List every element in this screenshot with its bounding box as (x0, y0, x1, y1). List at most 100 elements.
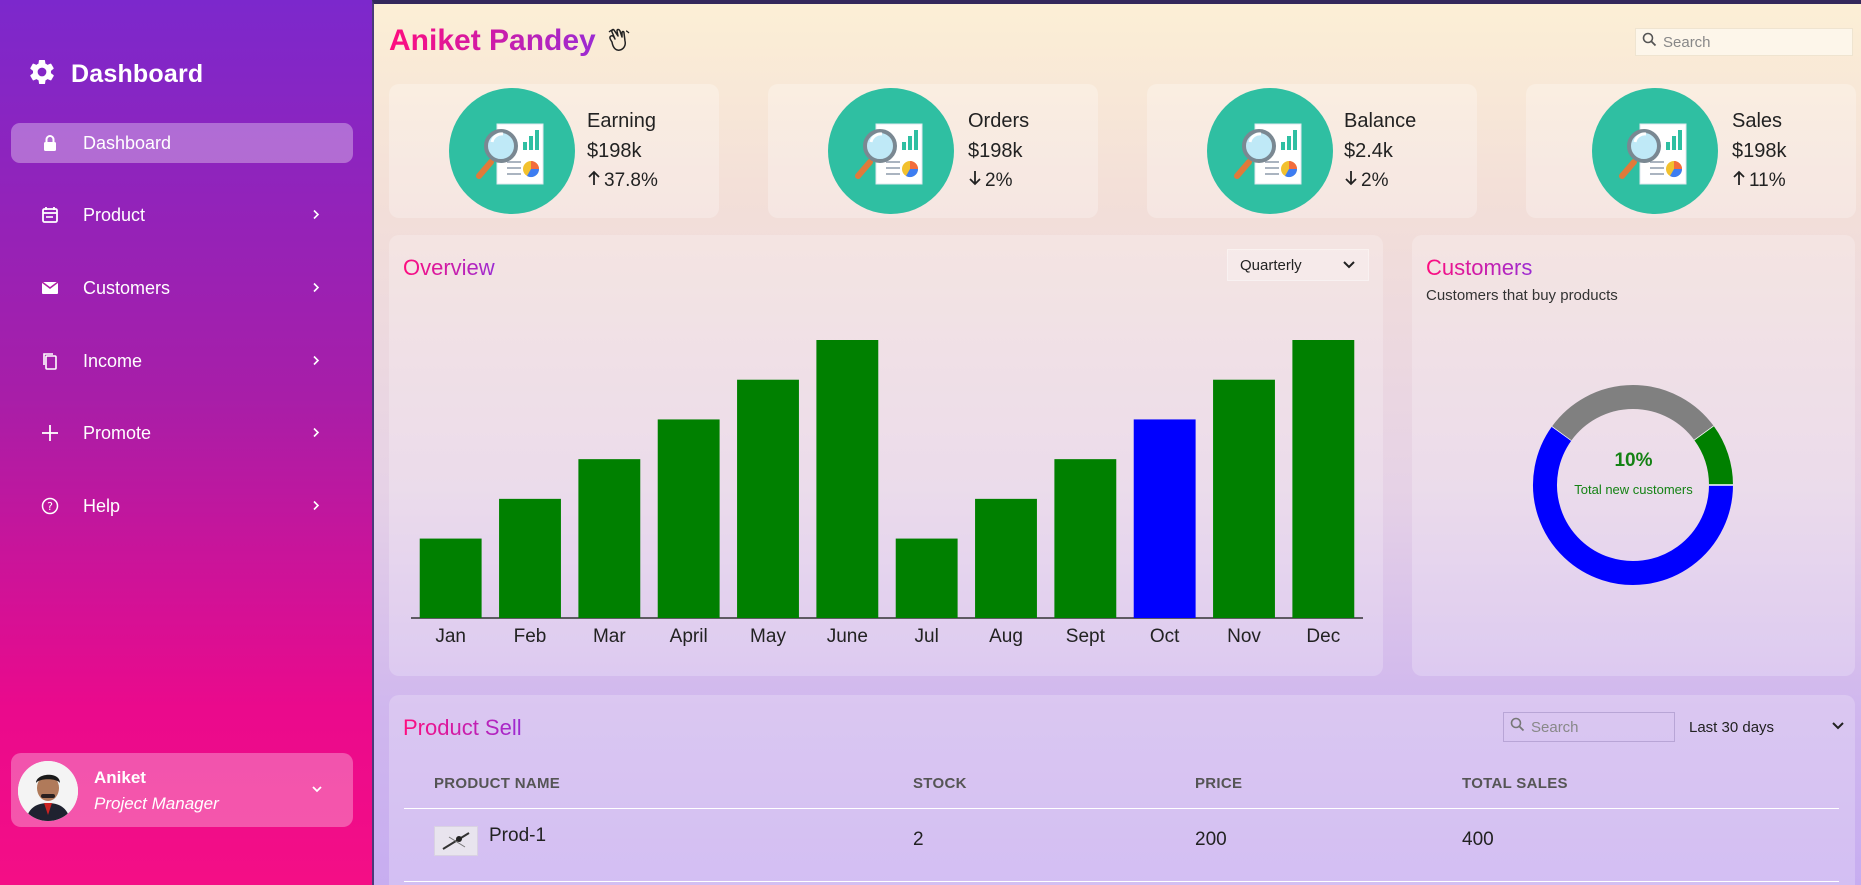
sidebar-item-label: Promote (83, 422, 152, 443)
sidebar-item-promote[interactable]: Promote (11, 413, 353, 453)
stat-card-earning: Earning $198k 37.8% (389, 84, 719, 218)
product-search-bar[interactable] (1503, 712, 1691, 742)
card-change-value: 11% (1749, 170, 1786, 191)
brand[interactable]: Dashboard (27, 57, 203, 92)
copy-icon (40, 351, 60, 371)
card-title: Sales (1732, 110, 1783, 132)
column-header[interactable]: PRODUCT NAME (434, 775, 560, 792)
page-title: Aniket Pandey (389, 24, 596, 57)
bar-nov[interactable] (1213, 379, 1275, 618)
overview-panel: Overview Quarterly Jan Feb Mar April May June… (389, 235, 1383, 676)
x-tick-label: Feb (514, 626, 547, 647)
bar-jan[interactable] (419, 538, 482, 618)
bar-may[interactable] (737, 379, 799, 618)
date-range-select[interactable]: Last 30 days (1679, 712, 1857, 742)
card-change-value: 2% (1361, 170, 1389, 191)
column-header[interactable]: PRICE (1195, 775, 1242, 792)
divider (404, 881, 1839, 882)
x-tick-label: Nov (1227, 626, 1261, 647)
gear-icon (27, 57, 57, 92)
arrow-down-icon (968, 170, 982, 192)
sidebar-item-label: Help (83, 495, 121, 516)
sidebar-item-label: Dashboard (83, 132, 172, 153)
user-profile[interactable]: Aniket Project Manager (11, 753, 353, 827)
stat-card-sales: Sales $198k 11% (1526, 84, 1856, 218)
card-value: $2.4k (1344, 140, 1393, 162)
customers-panel: Customers Customers that buy products 10… (1412, 235, 1855, 676)
divider (404, 808, 1839, 809)
help-circle-icon: ? (40, 496, 60, 516)
wave-hand-icon (606, 28, 632, 59)
card-change: 11% (1732, 170, 1786, 192)
bar-june[interactable] (816, 340, 879, 618)
x-tick-label: Sept (1066, 626, 1106, 647)
sidebar-item-income[interactable]: Income (11, 341, 353, 381)
product-price: 200 (1195, 829, 1227, 850)
svg-text:?: ? (47, 500, 53, 513)
chevron-right-icon (311, 205, 321, 226)
column-header[interactable]: STOCK (913, 775, 967, 792)
stat-card-orders: Orders $198k 2% (768, 84, 1098, 218)
chevron-right-icon (311, 423, 321, 444)
bar-jul[interactable] (895, 538, 958, 618)
chevron-right-icon (311, 496, 321, 517)
x-tick-label: Oct (1150, 626, 1180, 647)
sidebar-item-help[interactable]: ? Help (11, 486, 353, 526)
arrow-down-icon (1344, 170, 1358, 192)
avatar (18, 761, 78, 821)
report-icon-graphic (476, 123, 544, 185)
arrow-up-icon (587, 170, 601, 192)
product-search-input[interactable] (1531, 718, 1691, 736)
donut-percent: 10% (1614, 450, 1653, 471)
chevron-down-icon (1831, 719, 1845, 736)
product-name: Prod-1 (489, 825, 547, 846)
donut-slice-gray[interactable] (1552, 385, 1714, 441)
x-tick-label: Dec (1306, 626, 1340, 647)
main-content: Aniket Pandey Earning $198k 37.8% Orders… (372, 0, 1861, 885)
search-bar[interactable] (1635, 28, 1853, 56)
search-icon (1642, 32, 1657, 52)
donut-label: Total new customers (1574, 482, 1693, 497)
product-thumbnail (434, 826, 478, 856)
card-change: 2% (968, 170, 1012, 192)
lock-icon (40, 133, 60, 153)
sidebar-item-dashboard[interactable]: Dashboard (11, 123, 353, 163)
sidebar-item-customers[interactable]: Customers (11, 268, 353, 308)
x-tick-label: April (670, 626, 708, 647)
x-tick-label: May (750, 626, 786, 647)
sidebar-item-label: Product (83, 204, 146, 225)
bar-aug[interactable] (975, 498, 1037, 618)
arrow-up-icon (1732, 170, 1746, 192)
card-change-value: 37.8% (604, 170, 658, 191)
bar-april[interactable] (657, 419, 720, 618)
chevron-down-icon[interactable] (311, 781, 323, 799)
overview-bar-chart: Jan Feb Mar April May June Jul Aug Sept Oct Nov Dec (411, 340, 1363, 647)
sidebar-item-label: Income (83, 350, 143, 371)
report-icon-graphic (1234, 123, 1302, 185)
product-sell-title: Product Sell (403, 715, 522, 740)
x-tick-label: Jan (435, 626, 466, 647)
bar-mar[interactable] (578, 459, 641, 618)
chevron-right-icon (311, 351, 321, 372)
search-input[interactable] (1663, 33, 1823, 51)
bar-oct[interactable] (1133, 419, 1196, 618)
card-change: 37.8% (587, 170, 658, 192)
card-title: Earning (587, 110, 656, 132)
profile-role: Project Manager (94, 794, 219, 813)
product-stock: 2 (913, 829, 924, 850)
bar-sept[interactable] (1054, 459, 1117, 618)
product-sell-panel: Product Sell Last 30 days PRODUCT NAME S… (389, 695, 1855, 885)
x-tick-label: Jul (915, 626, 939, 647)
sidebar: Dashboard Dashboard Product Customers In… (0, 0, 372, 885)
x-tick-label: June (827, 626, 868, 647)
bar-dec[interactable] (1292, 340, 1355, 618)
column-header[interactable]: TOTAL SALES (1462, 775, 1568, 792)
report-icon (1592, 88, 1718, 214)
card-value: $198k (968, 140, 1023, 162)
card-title: Balance (1344, 110, 1417, 132)
card-title: Orders (968, 110, 1030, 132)
bar-feb[interactable] (499, 498, 561, 618)
report-icon (1207, 88, 1333, 214)
brand-title: Dashboard (71, 60, 204, 88)
sidebar-item-product[interactable]: Product (11, 195, 353, 235)
